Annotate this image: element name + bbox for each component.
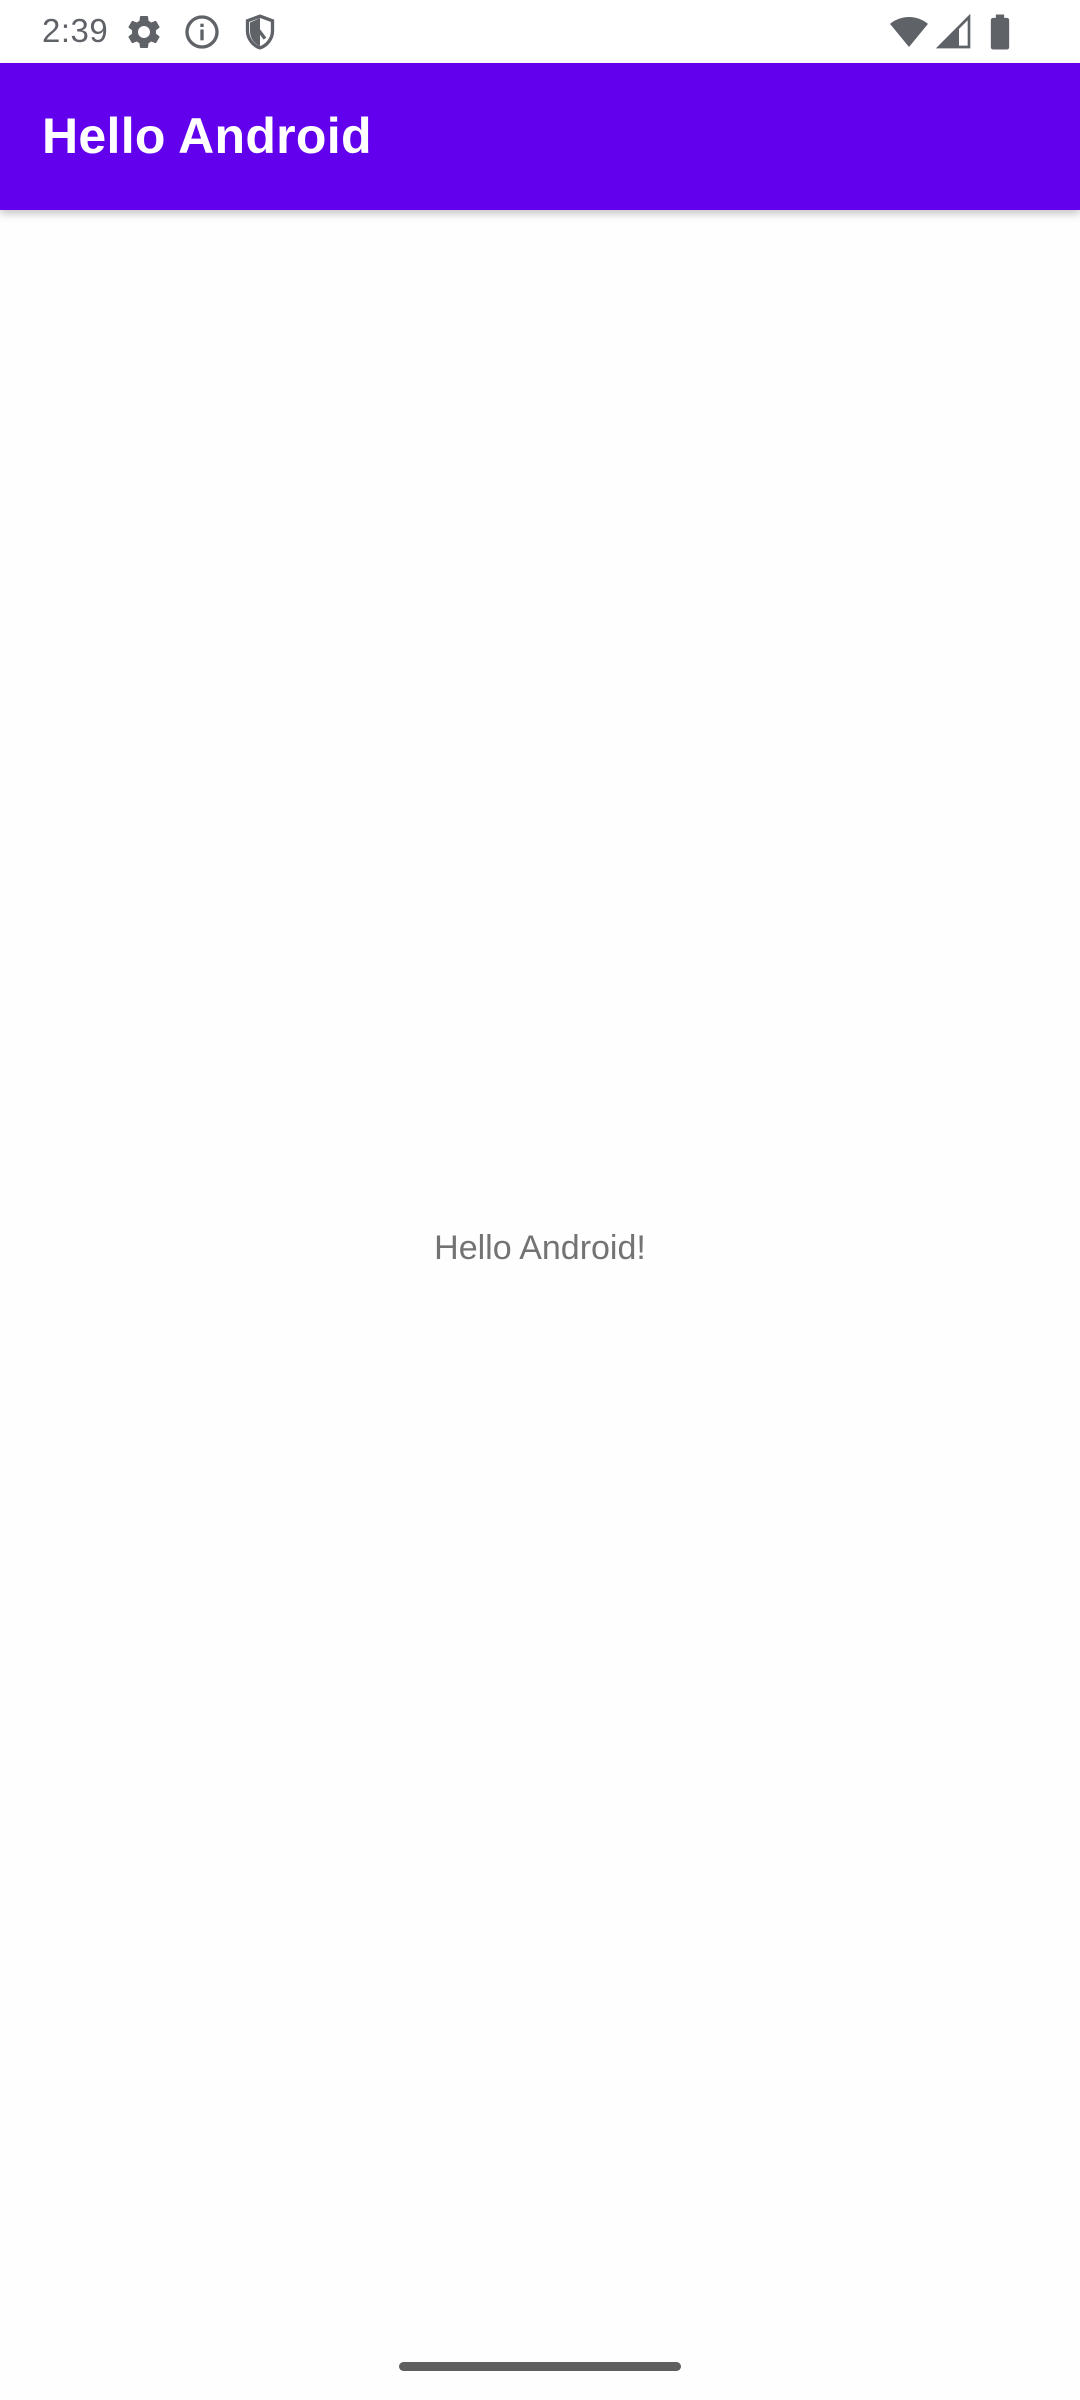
wifi-icon: [888, 12, 930, 52]
shield-icon: [240, 12, 280, 52]
app-bar: Hello Android: [0, 63, 1080, 210]
battery-icon: [980, 12, 1020, 52]
status-bar: 2:39: [0, 0, 1080, 63]
main-content: Hello Android!: [0, 210, 1080, 2275]
cellular-signal-icon: [934, 12, 974, 52]
hello-message: Hello Android!: [434, 1229, 646, 1267]
info-icon: [182, 12, 222, 52]
app-title: Hello Android: [42, 108, 372, 164]
gesture-navigation-handle[interactable]: [399, 2362, 681, 2371]
status-time: 2:39: [42, 12, 109, 49]
gear-icon: [124, 12, 164, 52]
